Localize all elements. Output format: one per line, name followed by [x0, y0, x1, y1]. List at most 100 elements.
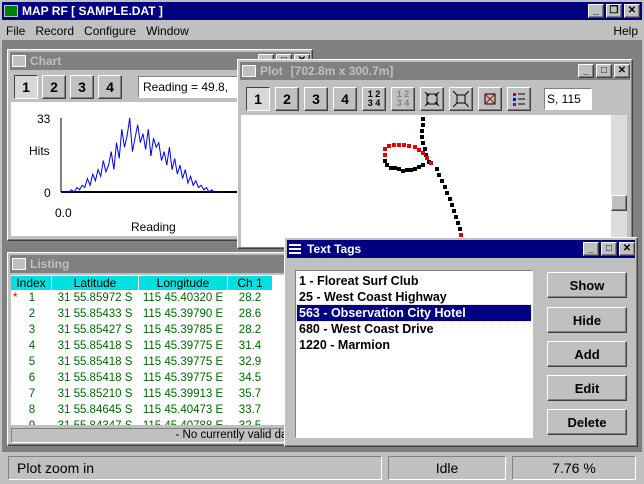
plot-window-icon	[242, 65, 256, 77]
listing-window[interactable]: Listing Index Latitude Longitude Ch 1 * 1…	[7, 252, 313, 446]
menu-configure[interactable]: Configure	[84, 24, 136, 38]
row-index-cell: 9	[11, 420, 51, 425]
row-index: 6	[28, 372, 36, 384]
plot-view-button-2[interactable]: 2	[275, 87, 299, 111]
row-ch1: 32.5	[228, 420, 272, 425]
menu-file[interactable]: File	[6, 24, 25, 38]
col-header-latitude[interactable]: Latitude	[52, 275, 138, 290]
row-latitude: 31 55.85427 S	[57, 324, 133, 336]
chart-view-button-1[interactable]: 1	[14, 75, 38, 99]
close-button[interactable]: ✕	[624, 4, 640, 18]
x-axis-min: 0.0	[55, 206, 72, 220]
row-longitude: 115 45.40320 E	[142, 292, 224, 304]
restore-button[interactable]: ❐	[606, 4, 622, 18]
menu-window[interactable]: Window	[146, 24, 189, 38]
text-tags-menu-icon[interactable]	[289, 244, 301, 254]
plot-title: Plot	[260, 64, 283, 78]
row-ch1: 34.5	[238, 372, 262, 384]
tag-list-item[interactable]: 680 - West Coast Drive	[297, 321, 531, 337]
text-tags-close-button[interactable]: ✕	[619, 242, 635, 256]
tag-list-item[interactable]: 1 - Floreat Surf Club	[297, 273, 531, 289]
menu-help[interactable]: Help	[613, 24, 638, 38]
row-ch1: 28.2	[238, 324, 262, 336]
plot-minimize-button[interactable]: _	[578, 64, 594, 78]
zoom-out-icon[interactable]	[478, 87, 502, 111]
track-plot	[383, 117, 464, 242]
table-row[interactable]: 4 31 55.85418 S 115 45.39775 E 31.4	[11, 338, 309, 354]
text-tags-maximize-button[interactable]: □	[601, 242, 617, 256]
chart-view-button-3[interactable]: 3	[70, 75, 94, 99]
row-index: 2	[28, 308, 36, 320]
table-row[interactable]: 2 31 55.85433 S 115 45.39790 E 28.6	[11, 306, 309, 322]
tag-list-item[interactable]: 25 - West Coast Highway	[297, 289, 531, 305]
menu-record[interactable]: Record	[35, 24, 74, 38]
plot-view-button-1[interactable]: 1	[246, 87, 270, 111]
row-ch1: 28.6	[238, 308, 262, 320]
row-longitude: 115 45.39775 E	[142, 356, 224, 368]
table-row[interactable]: * 1 31 55.85972 S 115 45.40320 E 28.2	[11, 290, 309, 306]
plot-vertical-scrollbar[interactable]	[611, 115, 627, 247]
show-button[interactable]: Show	[547, 272, 627, 298]
listing-status: - No currently valid data -	[11, 428, 309, 443]
add-button[interactable]: Add	[547, 341, 627, 367]
x-axis-label: Reading	[131, 220, 176, 234]
table-row[interactable]: 931 55.84347 S115 45.40788 E32.5	[11, 418, 309, 425]
y-axis-min: 0	[44, 186, 51, 200]
row-ch1: 31.4	[238, 340, 262, 352]
zoom-in-icon[interactable]	[449, 87, 473, 111]
track-path-red	[383, 143, 464, 242]
plot-view-button-3[interactable]: 3	[304, 87, 328, 111]
row-index-cell: 8	[11, 404, 51, 416]
plot-maximize-button[interactable]: □	[596, 64, 612, 78]
plot-scroll-thumb[interactable]	[611, 195, 627, 211]
chart-view-button-2[interactable]: 2	[42, 75, 66, 99]
app-titlebar: MAP RF [ SAMPLE.DAT ] _ ❐ ✕	[2, 2, 642, 20]
row-index: 4	[28, 340, 36, 352]
tag-list-items: 1 - Floreat Surf Club 25 - West Coast Hig…	[296, 273, 532, 353]
plot-dimensions: [702.8m x 300.7m]	[290, 64, 394, 78]
chart-view-button-4[interactable]: 4	[98, 75, 122, 99]
table-row[interactable]: 5 31 55.85418 S 115 45.39775 E 32.9	[11, 354, 309, 370]
row-latitude: 31 55.84347 S	[52, 420, 138, 425]
zoom-fit-icon[interactable]	[420, 87, 444, 111]
plot-map-area[interactable]	[241, 115, 611, 247]
row-longitude: 115 45.39790 E	[142, 308, 224, 320]
row-longitude: 115 45.39775 E	[142, 340, 224, 352]
status-percent-panel: 7.76 %	[512, 456, 636, 480]
row-index-cell: 2	[11, 308, 51, 320]
text-tags-window[interactable]: Text Tags _ □ ✕ 1 - Floreat Surf Club 25 …	[284, 237, 638, 447]
minimize-button[interactable]: _	[588, 4, 604, 18]
table-row[interactable]: 6 31 55.85418 S 115 45.39775 E 34.5	[11, 370, 309, 386]
tag-list-item[interactable]: 563 - Observation City Hotel	[296, 304, 532, 322]
row-longitude: 115 45.40473 E	[142, 404, 224, 416]
col-header-longitude[interactable]: Longitude	[139, 275, 227, 290]
legend-icon[interactable]	[507, 87, 531, 111]
col-header-index[interactable]: Index	[11, 275, 51, 290]
plot-close-button[interactable]: ✕	[614, 64, 630, 78]
hits-series-line	[61, 117, 217, 193]
plot-view-button-4[interactable]: 4	[333, 87, 357, 111]
tag-list-item[interactable]: 1220 - Marmion	[297, 337, 531, 353]
row-index-cell: 7	[11, 388, 51, 400]
status-state-panel: Idle	[388, 456, 506, 480]
table-row[interactable]: 8 31 55.84645 S 115 45.40473 E 33.7	[11, 402, 309, 418]
text-tags-minimize-button[interactable]: _	[583, 242, 599, 256]
edit-button[interactable]: Edit	[547, 375, 627, 401]
table-row[interactable]: 7 31 55.85210 S 115 45.39913 E 35.7	[11, 386, 309, 402]
split-view-disabled-icon: 1 23 4	[391, 87, 415, 111]
table-row[interactable]: 3 31 55.85427 S 115 45.39785 E 28.2	[11, 322, 309, 338]
row-index-cell: * 1	[11, 292, 51, 304]
plot-titlebar: Plot [702.8m x 300.7m] _ □ ✕	[240, 62, 630, 80]
listing-title: Listing	[30, 257, 70, 271]
row-ch1: 35.7	[238, 388, 262, 400]
plot-window[interactable]: Plot [702.8m x 300.7m] _ □ ✕ 1 2 3 4 1 2…	[237, 59, 633, 249]
chart-window-icon	[12, 55, 26, 67]
hide-button[interactable]: Hide	[547, 307, 627, 333]
row-index-cell: 6	[11, 372, 51, 384]
row-index-cell: 4	[11, 340, 51, 352]
reading-value: Reading = 49.8,	[143, 80, 229, 94]
split-view-icon[interactable]: 1 23 4	[362, 87, 386, 111]
col-header-ch1[interactable]: Ch 1	[228, 275, 272, 290]
delete-button[interactable]: Delete	[547, 409, 627, 435]
text-tags-list[interactable]: 1 - Floreat Surf Club 25 - West Coast Hig…	[295, 270, 533, 438]
